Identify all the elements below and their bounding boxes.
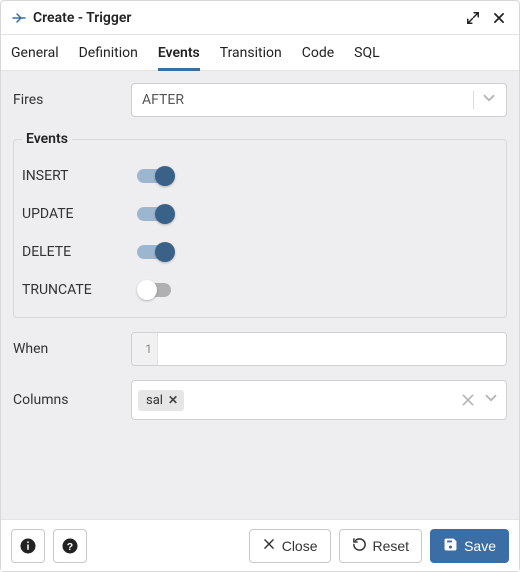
trigger-dialog: Create - Trigger General Definition Even… <box>0 0 520 572</box>
when-editor[interactable] <box>158 333 506 365</box>
event-truncate-label: TRUNCATE <box>22 282 137 298</box>
when-label: When <box>13 341 131 357</box>
fires-select[interactable]: AFTER <box>131 83 507 117</box>
info-button[interactable] <box>11 529 45 563</box>
save-icon <box>443 537 458 555</box>
tab-code[interactable]: Code <box>302 35 334 71</box>
event-insert-toggle[interactable] <box>137 165 177 187</box>
events-panel: Fires AFTER Events INSERT <box>1 71 519 519</box>
tab-transition[interactable]: Transition <box>220 35 282 71</box>
close-label: Close <box>282 538 318 554</box>
trigger-icon <box>11 10 27 26</box>
event-update-label: UPDATE <box>22 206 137 222</box>
dialog-title: Create - Trigger <box>33 10 131 26</box>
columns-clear-all[interactable] <box>460 392 476 408</box>
close-icon <box>262 537 276 554</box>
help-button[interactable]: ? <box>53 529 87 563</box>
events-fieldset: Events INSERT UPDATE DELETE TRUNCATE <box>13 131 507 318</box>
tab-events[interactable]: Events <box>158 35 200 71</box>
columns-label: Columns <box>13 392 131 408</box>
save-label: Save <box>464 538 496 554</box>
column-chip-remove[interactable]: ✕ <box>168 393 178 407</box>
event-update-toggle[interactable] <box>137 203 177 225</box>
tab-sql[interactable]: SQL <box>354 35 379 71</box>
reset-label: Reset <box>373 538 410 554</box>
tab-general[interactable]: General <box>11 35 59 71</box>
close-window-button[interactable] <box>489 8 509 28</box>
fires-label: Fires <box>13 92 131 108</box>
divider <box>473 91 474 109</box>
reset-button[interactable]: Reset <box>339 529 423 563</box>
save-button[interactable]: Save <box>430 529 509 563</box>
maximize-button[interactable] <box>463 8 483 28</box>
column-chip-label: sal <box>146 393 163 408</box>
footer: ? Close Reset Save <box>1 519 519 571</box>
chevron-down-icon <box>480 89 498 111</box>
events-legend: Events <box>22 131 72 147</box>
reset-icon <box>352 537 367 555</box>
event-truncate-toggle[interactable] <box>137 279 177 301</box>
when-line-number: 1 <box>132 333 158 365</box>
chevron-down-icon <box>482 395 500 411</box>
titlebar: Create - Trigger <box>1 1 519 35</box>
event-delete-toggle[interactable] <box>137 241 177 263</box>
tabs: General Definition Events Transition Cod… <box>1 35 519 71</box>
svg-text:?: ? <box>67 540 73 552</box>
tab-definition[interactable]: Definition <box>79 35 138 71</box>
event-insert-label: INSERT <box>22 168 137 184</box>
column-chip: sal ✕ <box>138 390 184 411</box>
close-button[interactable]: Close <box>249 529 331 563</box>
when-input[interactable]: 1 <box>131 332 507 366</box>
columns-multiselect[interactable]: sal ✕ <box>131 380 507 420</box>
event-delete-label: DELETE <box>22 244 137 260</box>
fires-value: AFTER <box>142 92 184 108</box>
